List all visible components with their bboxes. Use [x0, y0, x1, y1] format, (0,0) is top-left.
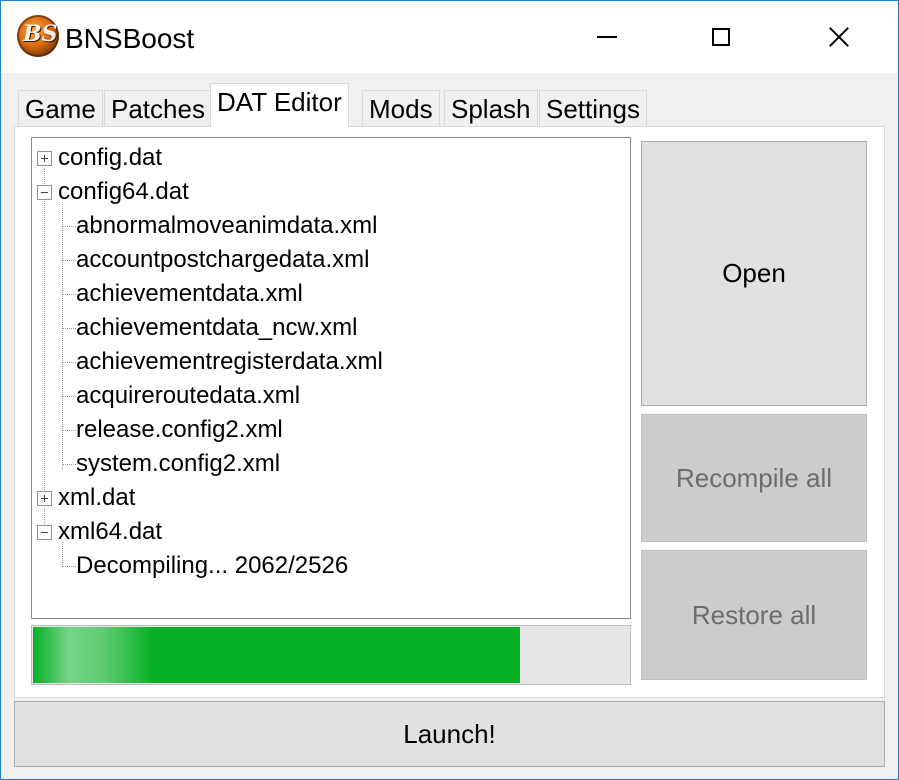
open-button[interactable]: Open [641, 141, 867, 406]
tree-connector [62, 294, 76, 295]
tree-connector [62, 260, 76, 261]
maximize-icon [712, 28, 730, 46]
tree-connector [62, 396, 76, 397]
tree-node-status[interactable]: Decompiling... 2062/2526 [76, 549, 348, 583]
tree-node-file[interactable]: abnormalmoveanimdata.xml [76, 209, 377, 243]
progress-fill [33, 627, 520, 683]
tree-node-xml64-dat[interactable]: xml64.dat [58, 515, 162, 549]
tree-node-file[interactable]: achievementdata.xml [76, 277, 303, 311]
tree-connector [62, 430, 76, 431]
tree-node-xml-dat[interactable]: xml.dat [58, 481, 135, 515]
tab-game[interactable]: Game [18, 90, 103, 126]
recompile-all-button[interactable]: Recompile all [641, 414, 867, 542]
tree-node-file[interactable]: system.config2.xml [76, 447, 280, 481]
tree-node-file[interactable]: achievementdata_ncw.xml [76, 311, 357, 345]
title-bar[interactable]: BS BNSBoost [1, 1, 898, 73]
launch-button[interactable]: Launch! [14, 701, 885, 767]
tree-node-file[interactable]: acquireroutedata.xml [76, 379, 300, 413]
tab-strip: Game Patches DAT Editor Mods Splash Sett… [1, 73, 898, 127]
minimize-button[interactable] [577, 1, 637, 73]
maximize-button[interactable] [691, 1, 751, 73]
tab-patches[interactable]: Patches [104, 90, 212, 126]
tab-mods[interactable]: Mods [362, 90, 440, 126]
tree-connector [62, 226, 76, 227]
close-icon [828, 26, 850, 48]
tree-connector [44, 168, 45, 528]
window-title: BNSBoost [65, 23, 195, 54]
dat-editor-page: config.dat config64.dat abnormalmoveanim… [14, 126, 885, 698]
expand-icon[interactable] [37, 151, 52, 166]
tab-dat-editor[interactable]: DAT Editor [210, 83, 349, 127]
tree-node-file[interactable]: accountpostchargedata.xml [76, 243, 370, 277]
minimize-icon [597, 36, 617, 38]
decompile-progress-bar [31, 625, 631, 685]
app-logo-icon: BS [17, 15, 59, 57]
tab-settings[interactable]: Settings [539, 90, 647, 126]
tree-connector [62, 362, 76, 363]
tree-connector [62, 328, 76, 329]
tree-connector [62, 566, 76, 567]
app-window: BS BNSBoost Game Patches DAT Editor Mods… [0, 0, 899, 780]
tree-node-config-dat[interactable]: config.dat [58, 141, 162, 175]
close-button[interactable] [809, 1, 869, 73]
restore-all-button[interactable]: Restore all [641, 550, 867, 680]
collapse-icon[interactable] [37, 185, 52, 200]
tree-connector [62, 464, 76, 465]
tab-splash[interactable]: Splash [444, 90, 538, 126]
tree-connector [62, 202, 63, 469]
dat-tree-view[interactable]: config.dat config64.dat abnormalmoveanim… [31, 137, 631, 619]
tree-node-file[interactable]: achievementregisterdata.xml [76, 345, 383, 379]
expand-icon[interactable] [37, 491, 52, 506]
tree-node-config64-dat[interactable]: config64.dat [58, 175, 189, 209]
collapse-icon[interactable] [37, 525, 52, 540]
tree-node-file[interactable]: release.config2.xml [76, 413, 283, 447]
